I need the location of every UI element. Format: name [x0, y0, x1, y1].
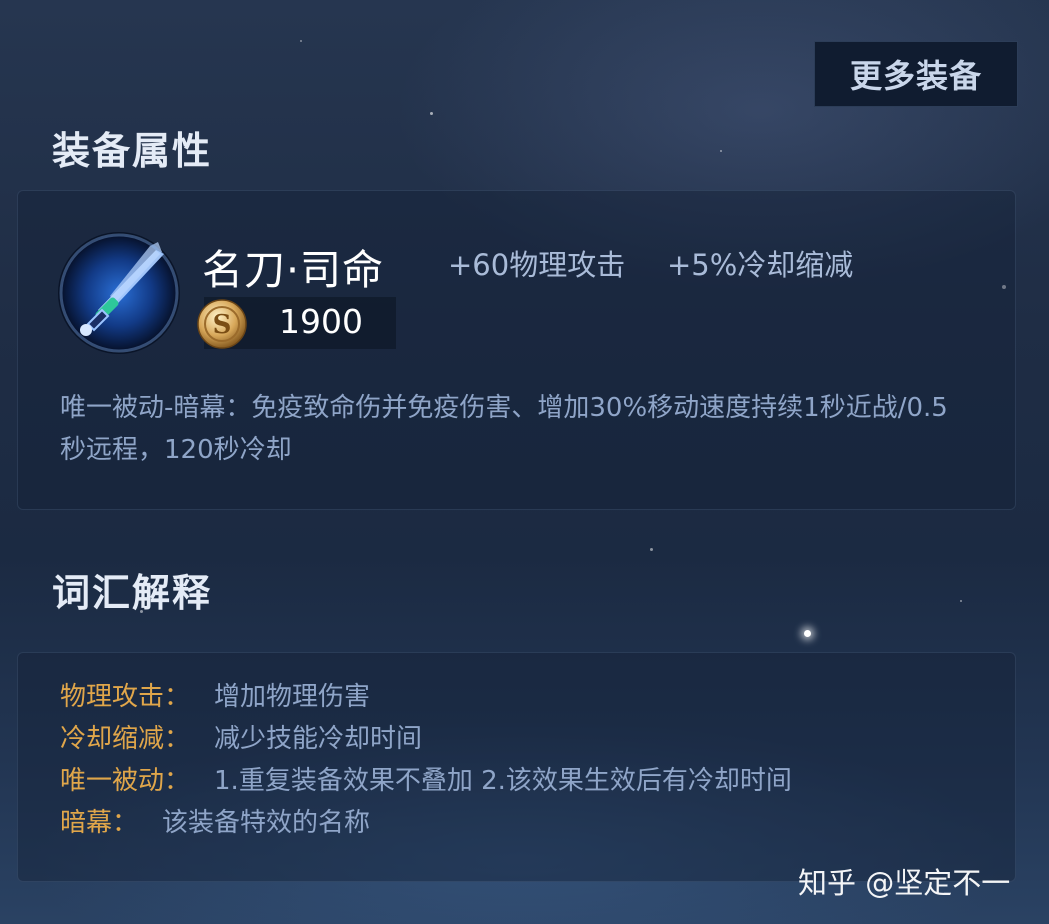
glossary-definition: 减少技能冷却时间 — [214, 724, 423, 754]
glossary-section-title: 词汇解释 — [52, 571, 213, 615]
item-name: 名刀·司命 — [202, 246, 385, 294]
watermark: 知乎 @坚定不一 — [798, 866, 1011, 900]
glossary-row: 冷却缩减： 减少技能冷却时间 — [60, 718, 422, 755]
glossary-definition: 增加物理伤害 — [214, 682, 371, 712]
item-description: 唯一被动-暗幕：免疫致命伤并免疫伤害、增加30%移动速度持续1秒近战/0.5秒远… — [60, 393, 948, 465]
glossary-definition: 1.重复装备效果不叠加 2.该效果生效后有冷却时间 — [214, 766, 792, 796]
item-stat-physical-attack: +60物理攻击 — [448, 248, 626, 282]
glossary-row: 暗幕： 该装备特效的名称 — [60, 802, 370, 839]
glossary-term: 物理攻击： — [60, 682, 191, 712]
svg-text:S: S — [213, 310, 232, 340]
item-price: 1900 — [279, 302, 363, 341]
glossary-term: 暗幕： — [60, 808, 139, 838]
glossary-definition: 该装备特效的名称 — [162, 808, 371, 838]
glossary-term: 唯一被动： — [60, 766, 191, 796]
glossary-row: 唯一被动： 1.重复装备效果不叠加 2.该效果生效后有冷却时间 — [60, 760, 792, 797]
gold-coin-icon: S — [197, 299, 247, 349]
sword-icon — [58, 232, 180, 354]
glossary-term: 冷却缩减： — [60, 724, 191, 754]
attributes-section-title: 装备属性 — [52, 129, 213, 173]
glossary-row: 物理攻击： 增加物理伤害 — [60, 676, 370, 713]
more-equipment-button[interactable]: 更多装备 — [814, 41, 1018, 107]
item-stat-cooldown-reduction: +5%冷却缩减 — [667, 248, 854, 282]
